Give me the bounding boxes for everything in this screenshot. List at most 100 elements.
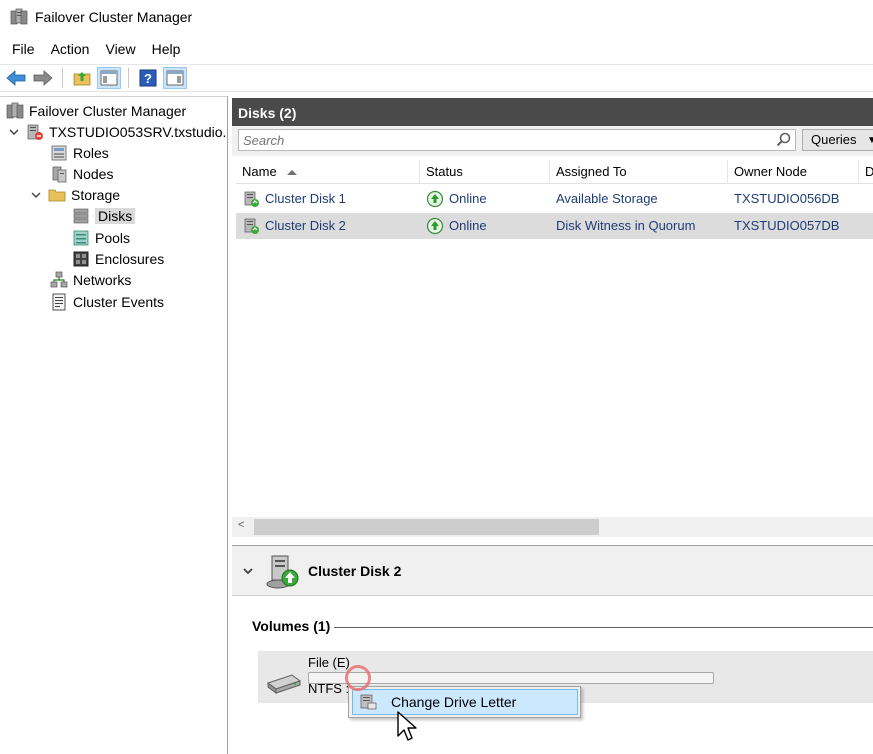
chevron-down-icon[interactable] — [8, 126, 20, 138]
cell-assigned-to: Disk Witness in Quorum — [556, 218, 696, 233]
tree-label: Enclosures — [95, 251, 165, 267]
cluster-disk-icon — [266, 555, 299, 589]
volume-name: File (E) — [308, 655, 350, 670]
networks-icon — [50, 271, 68, 289]
tree-label: Networks — [73, 272, 132, 288]
menu-help[interactable]: Help — [144, 37, 189, 61]
search-input[interactable] — [238, 129, 796, 151]
column-header-name[interactable]: Name — [236, 160, 420, 184]
nodes-icon — [50, 165, 68, 183]
cell-status: Online — [420, 186, 487, 212]
help-button[interactable]: ? — [136, 67, 160, 89]
tree-item-cluster-events[interactable]: Cluster Events — [50, 292, 164, 312]
roles-icon — [50, 144, 68, 162]
tree-item-enclosures[interactable]: Enclosures — [72, 249, 164, 269]
search-icon[interactable] — [776, 132, 792, 148]
cluster-disk-icon — [244, 191, 259, 207]
menu-item-label: Change Drive Letter — [391, 694, 517, 710]
content-pane: Disks (2) Queries ▼ Name Status Assigned… — [232, 98, 873, 754]
queries-label: Queries — [811, 132, 857, 147]
divider — [332, 627, 873, 628]
toolbar-separator — [62, 68, 63, 88]
disks-icon — [72, 207, 90, 225]
volumes-heading: Volumes (1) — [252, 618, 335, 634]
tree-label: Pools — [95, 230, 131, 246]
online-icon — [426, 217, 444, 235]
cluster-manager-icon — [10, 8, 28, 25]
cell-name: Cluster Disk 1 — [236, 186, 346, 212]
up-folder-icon — [73, 72, 91, 86]
cluster-manager-icon — [6, 102, 24, 120]
tree-item-networks[interactable]: Networks — [50, 270, 131, 290]
tree-label: Roles — [73, 145, 109, 161]
cell-status: Online — [420, 213, 487, 239]
svg-text:?: ? — [144, 71, 152, 86]
toolbar: ? — [0, 64, 873, 92]
cell-owner-node: TXSTUDIO056DB — [734, 191, 840, 206]
tree-item-storage[interactable]: Storage — [30, 185, 120, 205]
table-row[interactable]: Cluster Disk 2 Online Disk Witness in Qu… — [236, 213, 873, 239]
show-hide-tree-button[interactable] — [97, 67, 121, 89]
click-indicator — [345, 665, 371, 691]
pools-icon — [72, 229, 90, 247]
show-hide-action-pane-button[interactable] — [163, 67, 187, 89]
tree-item-nodes[interactable]: Nodes — [50, 164, 113, 184]
window-title: Failover Cluster Manager — [35, 9, 193, 25]
tree-label: TXSTUDIO053SRV.txstudio.c — [49, 124, 228, 140]
forward-icon — [33, 70, 53, 86]
enclosures-icon — [72, 250, 90, 268]
column-header-owner-node[interactable]: Owner Node — [728, 160, 859, 184]
online-icon — [426, 190, 444, 208]
menu-view[interactable]: View — [97, 37, 143, 61]
queries-button[interactable]: Queries ▼ — [802, 129, 873, 151]
tree-label: Failover Cluster Manager — [29, 103, 187, 119]
drive-icon — [266, 674, 302, 694]
volume-filesystem: NTFS : — [308, 681, 350, 696]
menu-file[interactable]: File — [4, 37, 43, 61]
mouse-cursor-icon — [397, 711, 417, 741]
pane-title: Disks (2) — [232, 98, 873, 126]
drive-letter-icon — [360, 694, 377, 710]
title-bar: Failover Cluster Manager — [0, 0, 873, 34]
column-header-status[interactable]: Status — [420, 160, 550, 184]
menu-action[interactable]: Action — [43, 37, 98, 61]
details-header: Cluster Disk 2 — [232, 546, 873, 596]
chevron-down-icon: ▼ — [867, 135, 873, 146]
chevron-down-icon[interactable] — [242, 565, 254, 577]
tree-item-root[interactable]: Failover Cluster Manager — [6, 101, 186, 121]
show-hide-tree-icon — [100, 70, 118, 86]
search-bar: Queries ▼ — [232, 126, 873, 156]
tree-label: Disks — [95, 208, 136, 224]
details-title: Cluster Disk 2 — [308, 563, 402, 579]
chevron-left-icon[interactable]: < — [238, 519, 244, 531]
forward-button[interactable] — [31, 67, 55, 89]
tree-item-pools[interactable]: Pools — [72, 228, 130, 248]
cluster-icon — [26, 123, 44, 141]
table-row[interactable]: Cluster Disk 1 Online Available Storage … — [236, 186, 873, 212]
context-menu: Change Drive Letter — [348, 686, 581, 718]
column-header-assigned-to[interactable]: Assigned To — [550, 160, 728, 184]
tree-label: Storage — [71, 187, 121, 203]
tree-item-disks[interactable]: Disks — [72, 206, 136, 226]
cell-name: Cluster Disk 2 — [236, 213, 346, 239]
tree-label: Cluster Events — [73, 294, 165, 310]
cluster-disk-icon — [244, 218, 259, 234]
tree-item-cluster[interactable]: TXSTUDIO053SRV.txstudio.c — [8, 122, 228, 142]
tree-item-roles[interactable]: Roles — [50, 143, 109, 163]
chevron-down-icon[interactable] — [30, 189, 42, 201]
grid-header: Name Status Assigned To Owner Node D — [236, 160, 873, 184]
navigation-tree: Failover Cluster Manager TXSTUDIO053SRV.… — [0, 96, 228, 754]
details-pane: Cluster Disk 2 Volumes (1) File (E) NTFS… — [232, 545, 873, 754]
scrollbar-thumb[interactable] — [254, 519, 599, 535]
show-hide-action-pane-icon — [166, 70, 184, 86]
up-folder-button[interactable] — [70, 67, 94, 89]
cell-owner-node: TXSTUDIO057DB — [734, 218, 840, 233]
column-header-d[interactable]: D — [859, 160, 873, 184]
horizontal-scrollbar[interactable]: < — [232, 517, 873, 537]
tree-label: Nodes — [73, 166, 114, 182]
back-button[interactable] — [4, 67, 28, 89]
change-drive-letter-menu-item[interactable]: Change Drive Letter — [352, 689, 578, 715]
toolbar-separator — [128, 68, 129, 88]
cluster-events-icon — [50, 293, 68, 311]
back-icon — [6, 70, 26, 86]
